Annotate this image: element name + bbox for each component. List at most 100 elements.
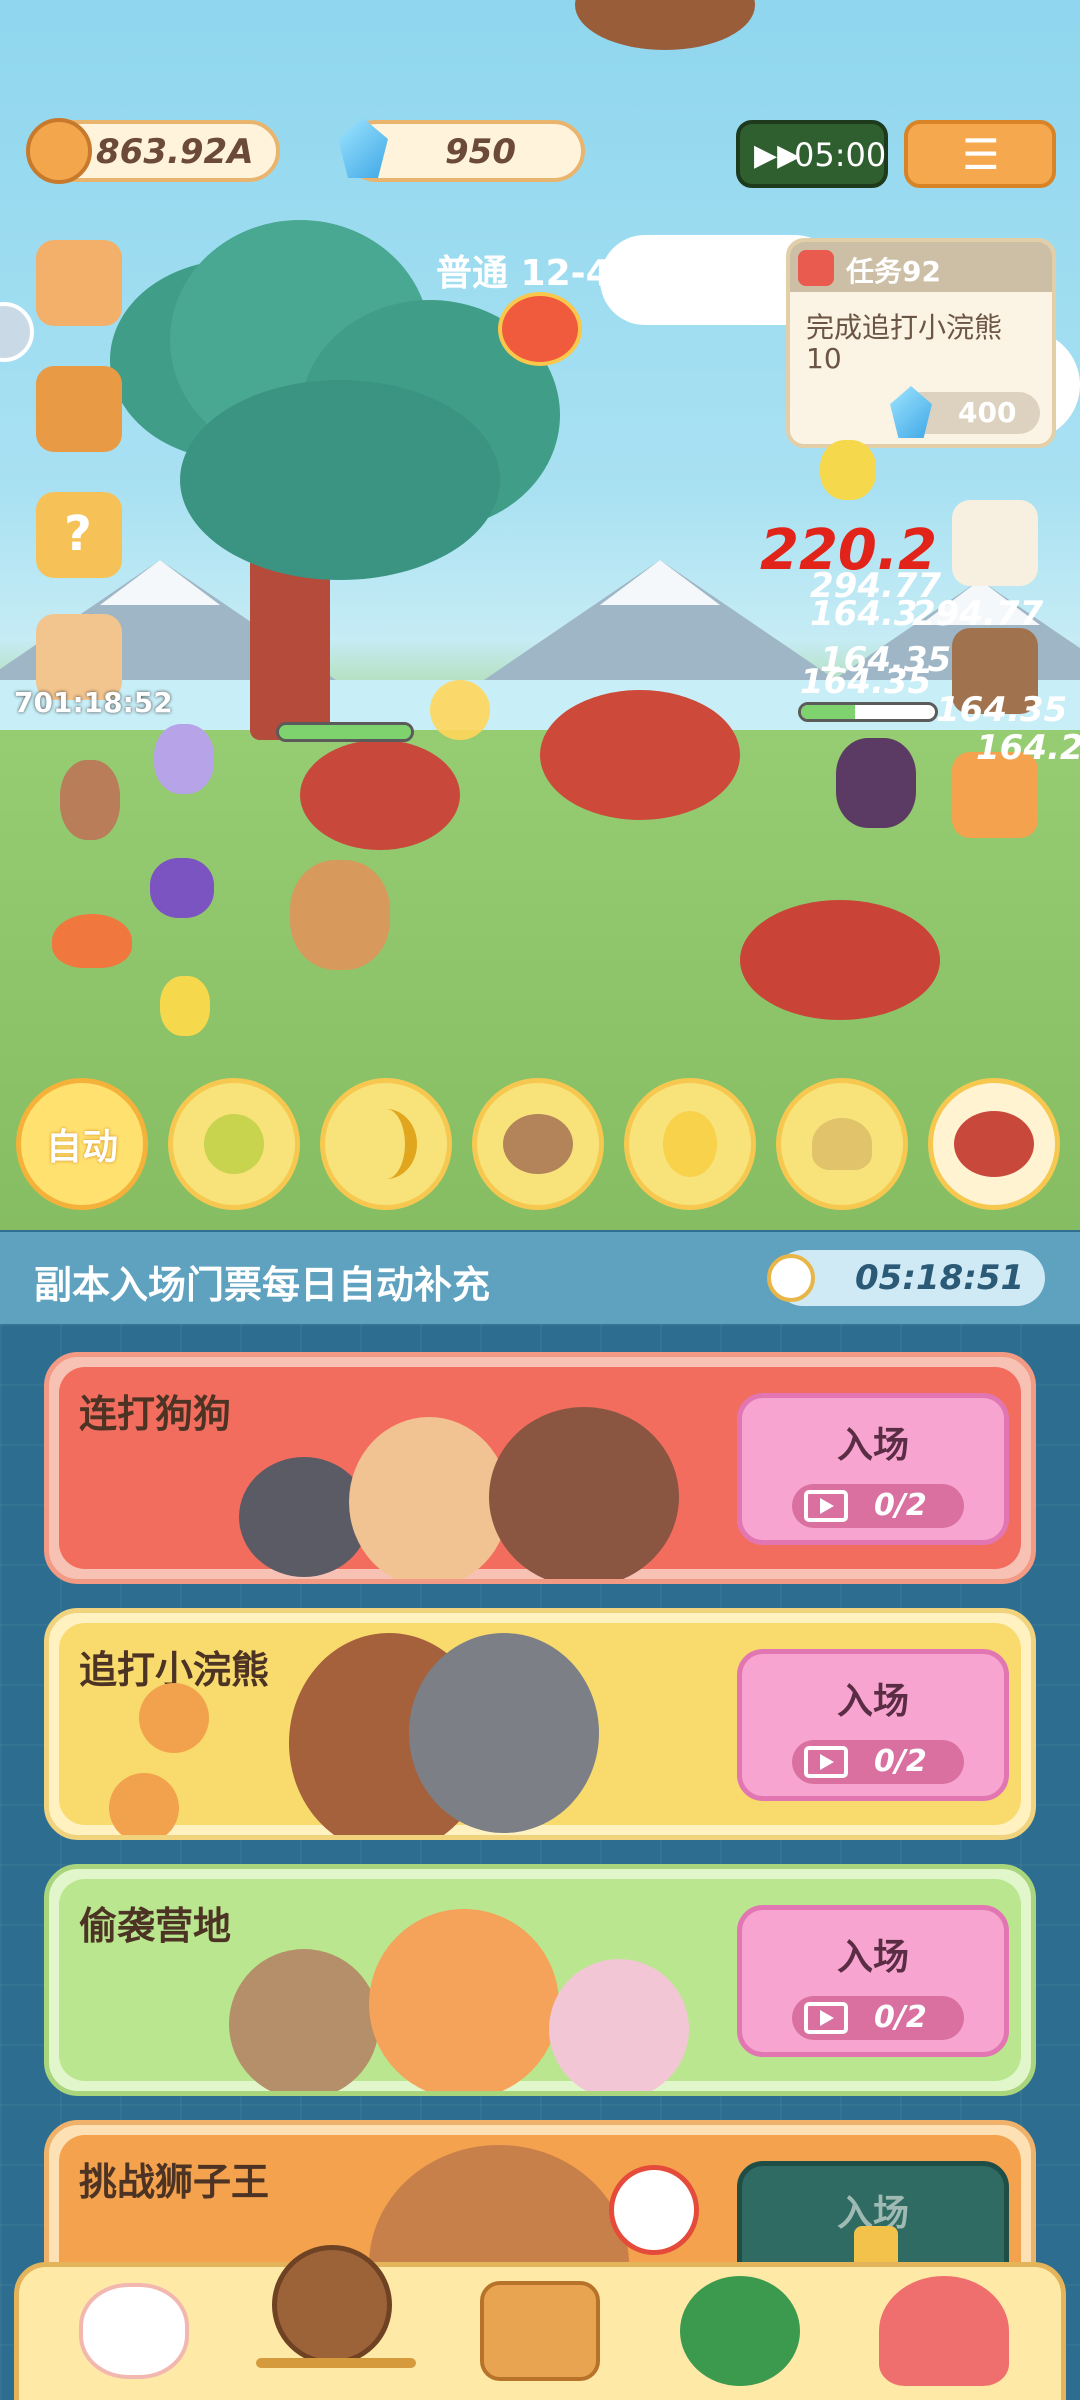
dungeon-card: 连打狗狗 入场 0/2 bbox=[44, 1352, 1036, 1584]
shiba-art bbox=[349, 1417, 509, 1579]
clock-icon bbox=[767, 1254, 815, 1302]
auto-label: 自动 bbox=[45, 1127, 118, 1168]
skill-banana[interactable] bbox=[320, 1078, 452, 1210]
coin-art bbox=[139, 1683, 209, 1753]
dark-mage-enemy bbox=[836, 738, 916, 828]
enter-button[interactable]: 入场 0/2 bbox=[737, 1649, 1009, 1801]
question-mark-icon: ? bbox=[64, 506, 92, 562]
skill-slime[interactable] bbox=[168, 1078, 300, 1210]
quest-panel[interactable]: 任务92 完成追打小浣熊 10 400 bbox=[786, 238, 1056, 448]
bull-enemy bbox=[540, 690, 740, 820]
orange-cat-art bbox=[369, 1909, 559, 2091]
skill-poop[interactable] bbox=[776, 1078, 908, 1210]
corgi-art bbox=[489, 1407, 679, 1579]
ticket-count-value: 0/2 bbox=[874, 1744, 927, 1779]
skill-hedgehog[interactable] bbox=[472, 1078, 604, 1210]
siamese-cat-art bbox=[229, 1949, 379, 2091]
enter-label: 入场 bbox=[836, 1937, 909, 1978]
video-icon bbox=[804, 1490, 848, 1522]
egg-skill-icon bbox=[663, 1111, 717, 1177]
dungeon-card: 追打小浣熊 入场 0/2 bbox=[44, 1608, 1036, 1840]
speed-button[interactable]: ▶▶ 05:00 bbox=[736, 120, 888, 188]
dungeon-title: 连打狗狗 bbox=[79, 1392, 232, 1436]
dungeon-card: 偷袭营地 入场 0/2 bbox=[44, 1864, 1036, 2096]
nav-active-indicator bbox=[256, 2358, 416, 2368]
mushroom-house-icon bbox=[879, 2276, 1009, 2386]
treasure-chest-icon[interactable] bbox=[36, 366, 122, 452]
enter-button[interactable]: 入场 0/2 bbox=[737, 1393, 1009, 1545]
enter-label: 入场 bbox=[836, 1681, 909, 1722]
quest-desc: 完成追打小浣熊 bbox=[806, 311, 1003, 344]
quest-flag-icon bbox=[798, 250, 834, 286]
hedgehog-ally bbox=[290, 860, 390, 970]
video-icon bbox=[804, 1746, 848, 1778]
stage-label: 普通 12-4 bbox=[436, 253, 611, 294]
enter-button[interactable]: 入场 0/2 bbox=[737, 1905, 1009, 2057]
poop-skill-icon bbox=[812, 1118, 872, 1170]
ticket-banner-text: 副本入场门票每日自动补充 bbox=[34, 1263, 491, 1307]
quest-reward-value: 400 bbox=[958, 396, 1017, 429]
nav-chest[interactable] bbox=[470, 2262, 610, 2400]
cat-home-icon bbox=[79, 2283, 189, 2379]
dungeon-list: 连打狗狗 入场 0/2 追打小浣熊 入场 0/2 偷袭营地 入场 0/2 挑战狮… bbox=[0, 1324, 1080, 2400]
enter-label: 入场 bbox=[836, 1425, 909, 1466]
ticket-count: 0/2 bbox=[792, 1996, 964, 2040]
nav-house[interactable] bbox=[874, 2262, 1014, 2400]
nav-battle[interactable] bbox=[262, 2210, 402, 2400]
hit-flash bbox=[430, 680, 490, 740]
coin-value: 863.92A bbox=[96, 132, 254, 172]
ticket-banner: 副本入场门票每日自动补充 05:18:51 bbox=[0, 1232, 1080, 1324]
menu-button[interactable]: ☰ bbox=[904, 120, 1056, 188]
enemy-hp-bar bbox=[798, 702, 938, 722]
checklist-icon[interactable] bbox=[952, 500, 1038, 586]
quest-count: 10 bbox=[806, 342, 842, 375]
battle-scene: 863.92A 950 ▶▶ 05:00 ☰ 普通 12-4 ? 701:18:… bbox=[0, 0, 1080, 1230]
boss-icon bbox=[498, 292, 582, 366]
pink-cat-art bbox=[549, 1959, 689, 2091]
slime-skill-icon bbox=[204, 1114, 264, 1174]
damage-number: 294.77 bbox=[912, 594, 1044, 634]
nav-tree[interactable] bbox=[670, 2262, 810, 2400]
hedgehog-skill-icon bbox=[503, 1114, 573, 1174]
damage-number: 164.35 bbox=[936, 690, 1068, 730]
auto-button[interactable]: 自动 bbox=[16, 1078, 148, 1210]
tree-crown bbox=[180, 380, 500, 580]
refresh-icon[interactable] bbox=[636, 246, 678, 288]
skill-egg[interactable] bbox=[624, 1078, 756, 1210]
bull-enemy bbox=[300, 740, 460, 850]
ticket-refresh-timer: 05:18:51 bbox=[767, 1250, 1045, 1306]
raccoon-art bbox=[409, 1633, 599, 1833]
battle-icon bbox=[272, 2245, 392, 2365]
slime-ally bbox=[52, 914, 132, 968]
chick-ally bbox=[820, 440, 876, 500]
enemy-hp-bar bbox=[276, 722, 414, 742]
mystery-box-icon[interactable]: ? bbox=[36, 492, 122, 578]
tree-icon bbox=[680, 2276, 800, 2386]
ticket-count: 0/2 bbox=[792, 1740, 964, 1784]
ticket-count-value: 0/2 bbox=[874, 1488, 927, 1523]
skill-bull[interactable] bbox=[928, 1078, 1060, 1210]
gem-value: 950 bbox=[445, 132, 516, 172]
video-icon bbox=[804, 2002, 848, 2034]
ticket-count: 0/2 bbox=[792, 1484, 964, 1528]
dungeon-title: 偷袭营地 bbox=[79, 1904, 232, 1948]
bat-ally bbox=[150, 858, 214, 918]
chest-icon bbox=[480, 2281, 600, 2381]
gift-cat-icon[interactable] bbox=[36, 240, 122, 326]
ticket-refresh-value: 05:18:51 bbox=[855, 1258, 1025, 1298]
coin-icon bbox=[26, 118, 92, 184]
speed-timer: 05:00 bbox=[794, 136, 887, 174]
damage-number: 164.35 bbox=[820, 640, 952, 680]
menu-icon: ☰ bbox=[962, 130, 1000, 179]
event-timer: 701:18:52 bbox=[14, 686, 173, 719]
rock bbox=[575, 0, 755, 50]
angry-icon bbox=[609, 2165, 699, 2255]
nav-cats[interactable] bbox=[64, 2262, 204, 2400]
banana-skill-icon bbox=[355, 1109, 417, 1179]
mouse-ally bbox=[60, 760, 120, 840]
bull-skill-icon bbox=[954, 1111, 1034, 1177]
bull-enemy bbox=[740, 900, 940, 1020]
bunny-ally bbox=[154, 724, 214, 794]
avatar[interactable] bbox=[0, 302, 34, 362]
coin-art bbox=[109, 1773, 179, 1835]
